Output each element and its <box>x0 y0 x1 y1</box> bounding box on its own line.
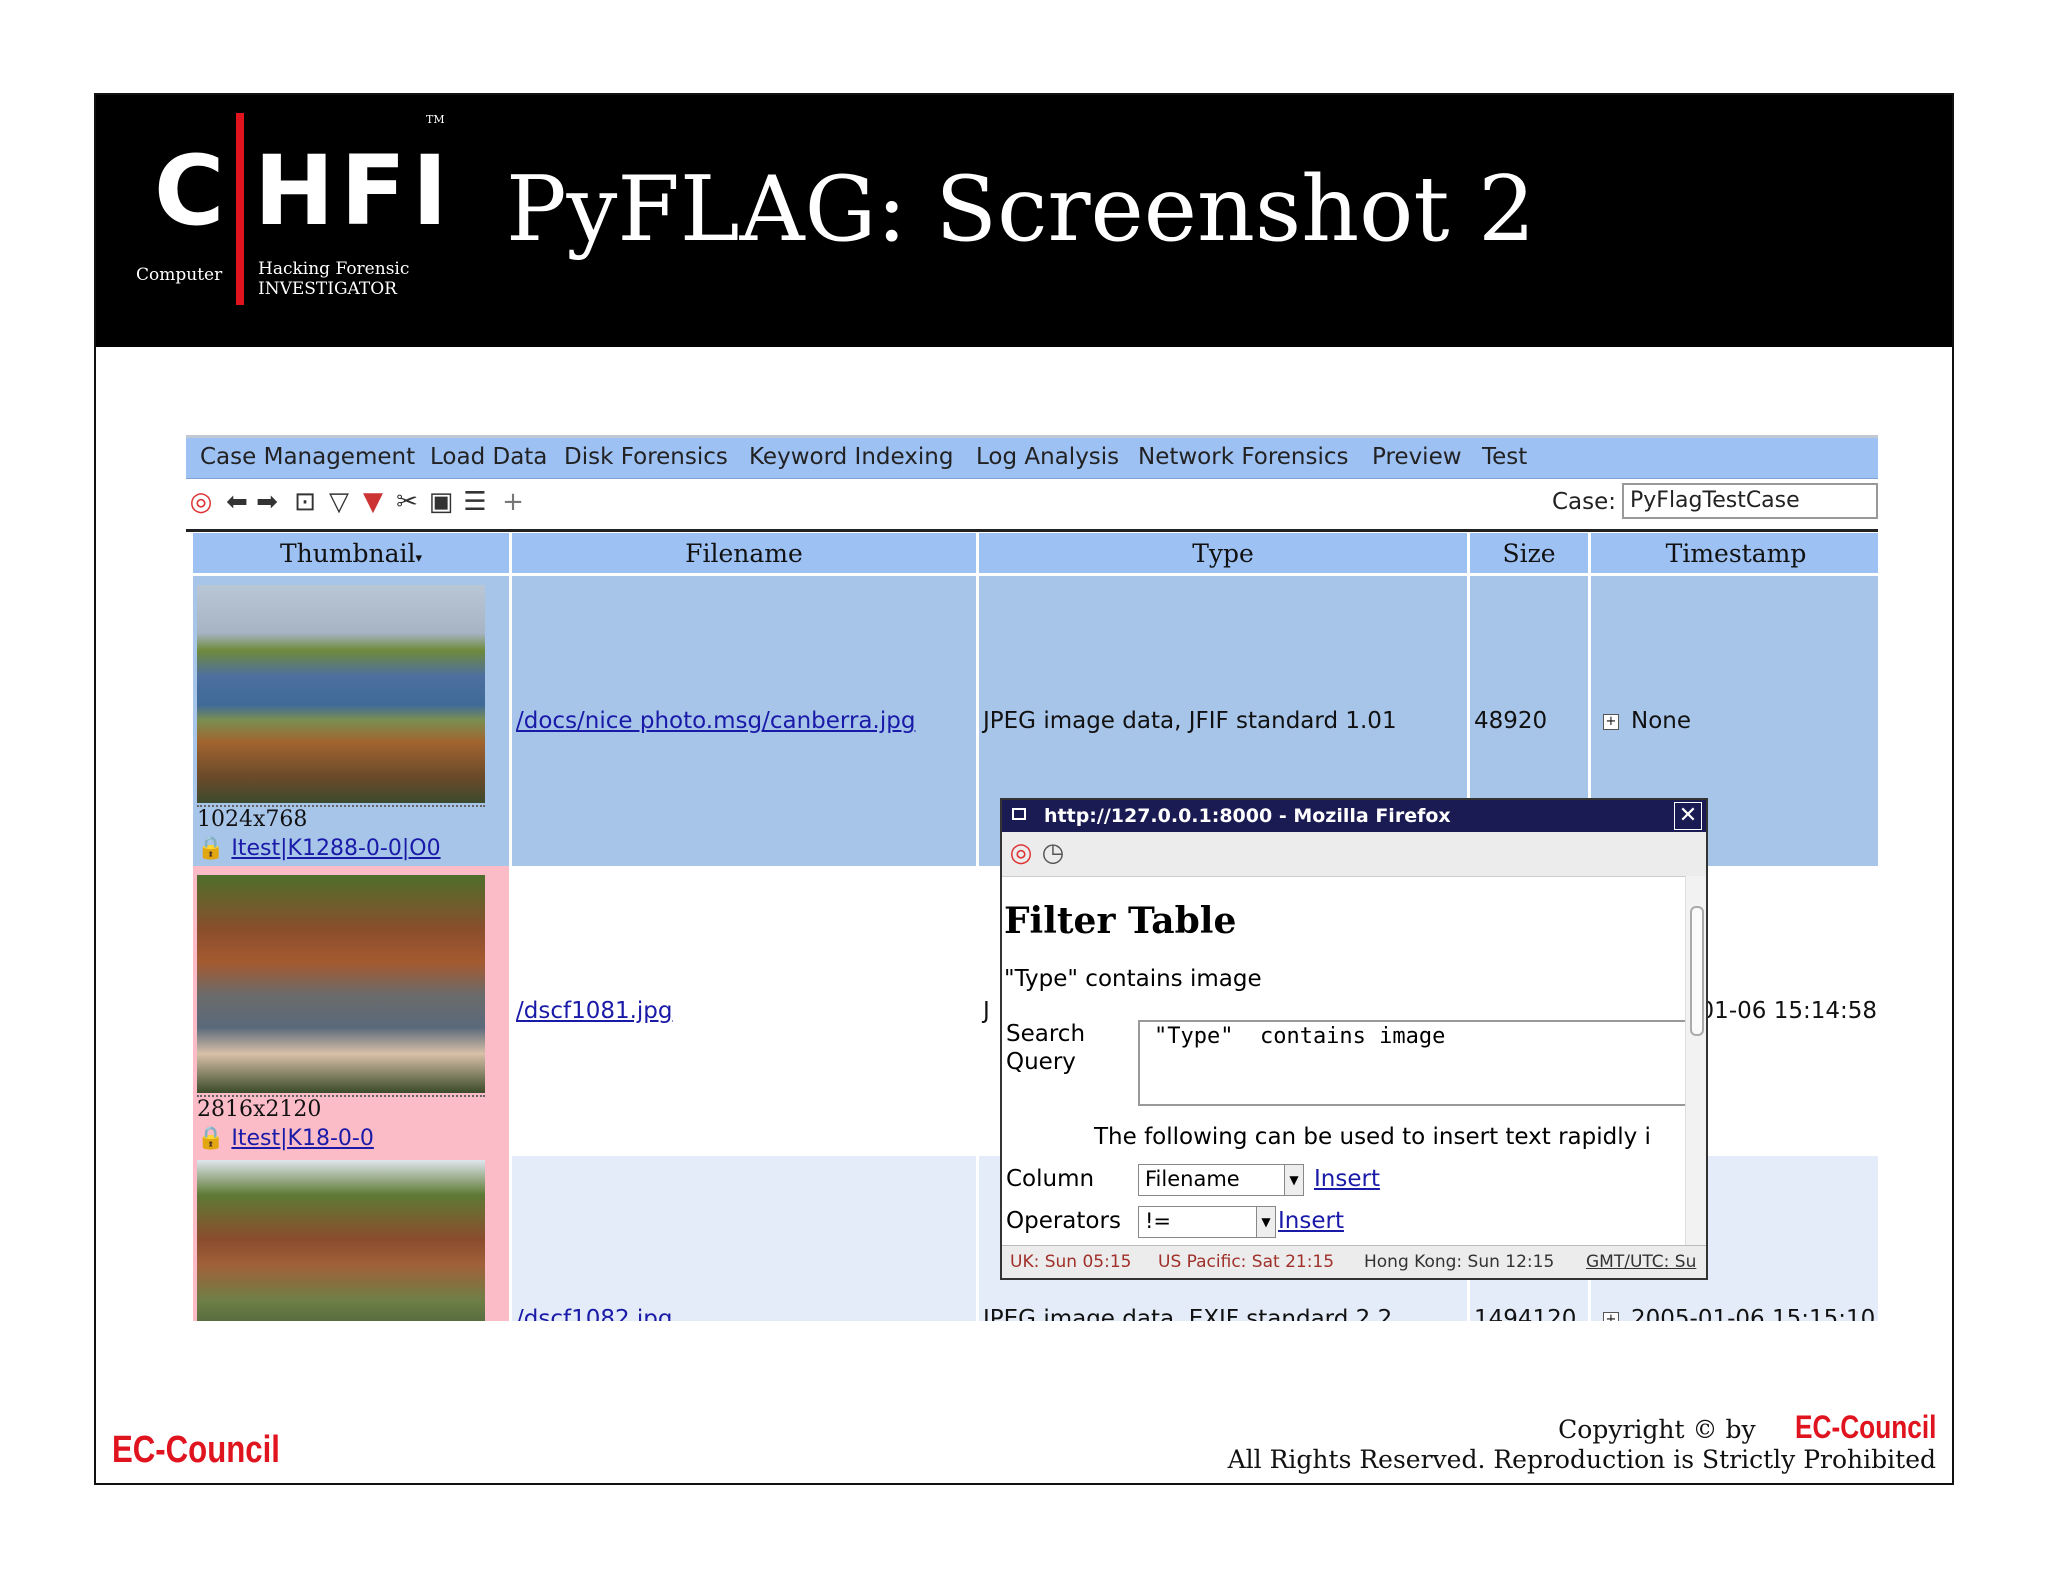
add-icon[interactable]: + <box>498 487 528 517</box>
search-query-input[interactable]: "Type" contains image <box>1138 1020 1686 1106</box>
filter-icon[interactable]: ▽ <box>324 487 354 517</box>
inode-link[interactable]: 🔒 Itest|K18-0-0 <box>197 1126 509 1151</box>
inode-link[interactable]: 🔒 Itest|K1288-0-0|O0 <box>197 836 509 861</box>
column-timestamp[interactable]: Timestamp <box>1591 533 1878 576</box>
help-icon[interactable]: ◎ <box>186 487 216 517</box>
logo-tm: TM <box>426 113 445 126</box>
filename-link[interactable]: /docs/nice photo.msg/canberra.jpg <box>516 708 915 734</box>
menu-preview[interactable]: Preview <box>1372 444 1462 470</box>
thumbnail-cell <box>193 1156 509 1321</box>
status-bar: UK: Sun 05:15 US Pacific: Sat 21:15 Hong… <box>1002 1245 1706 1278</box>
column-filename[interactable]: Filename <box>512 533 976 576</box>
expand-icon[interactable]: + <box>1603 713 1619 730</box>
operator-select[interactable]: != ▼ <box>1138 1206 1276 1238</box>
menu-log-analysis[interactable]: Log Analysis <box>976 444 1119 470</box>
operators-label: Operators <box>1006 1208 1121 1234</box>
chfi-logo: C HFI TM Computer Hacking Forensic INVEST… <box>136 113 448 313</box>
column-select[interactable]: Filename ▼ <box>1138 1164 1304 1196</box>
thumbnail-image[interactable] <box>197 585 485 803</box>
popup-scrollbar[interactable] <box>1685 876 1706 1246</box>
menu-test[interactable]: Test <box>1482 444 1527 470</box>
filename-cell: /docs/nice photo.msg/canberra.jpg <box>512 576 976 866</box>
remove-filter-icon[interactable]: ▼ <box>358 487 388 517</box>
chevron-down-icon: ▼ <box>1284 1165 1303 1195</box>
menu-load-data[interactable]: Load Data <box>430 444 547 470</box>
search-query-label: Search Query <box>1006 1021 1086 1075</box>
window-icon[interactable] <box>1012 808 1026 820</box>
filename-link[interactable]: /dscf1081.jpg <box>516 998 673 1024</box>
copyright-line: Copyright © by EC-Council <box>1558 1409 1936 1445</box>
column-label: Column <box>1006 1166 1095 1192</box>
menu-disk-forensics[interactable]: Disk Forensics <box>564 444 728 470</box>
scrollbar-thumb[interactable] <box>1690 906 1704 1036</box>
case-label: Case: <box>1551 489 1616 515</box>
lock-icon: 🔒 <box>197 1126 225 1151</box>
insert-column-link[interactable]: Insert <box>1314 1166 1380 1192</box>
table-header-row: Thumbnail▾ Filename Type Size Timestamp <box>193 533 1878 576</box>
filename-cell: /dscf1081.jpg <box>512 866 976 1156</box>
clock-icon[interactable]: ◷ <box>1038 838 1068 868</box>
clock-us-pacific: US Pacific: Sat 21:15 <box>1158 1252 1335 1272</box>
logo-computer: Computer <box>136 265 223 285</box>
insert-operator-link[interactable]: Insert <box>1278 1208 1344 1234</box>
logo-subtitle: Hacking Forensic INVESTIGATOR <box>258 259 410 299</box>
menu-keyword-indexing[interactable]: Keyword Indexing <box>749 444 953 470</box>
popup-title: http://127.0.0.1:8000 - Mozilla Firefox <box>1044 805 1451 827</box>
filter-description: "Type" contains image <box>1004 966 1262 992</box>
thumbnail-cell: 1024x768 🔒 Itest|K1288-0-0|O0 <box>193 576 509 866</box>
expand-icon[interactable]: + <box>1603 1311 1619 1321</box>
column-thumbnail[interactable]: Thumbnail▾ <box>193 533 509 576</box>
close-icon[interactable]: ✕ <box>1674 802 1702 830</box>
column-type[interactable]: Type <box>979 533 1467 576</box>
clock-hong-kong: Hong Kong: Sun 12:15 <box>1364 1252 1555 1272</box>
tools-icon[interactable]: ✂ <box>392 487 422 517</box>
case-select[interactable]: PyFlagTestCase <box>1622 483 1878 519</box>
goto-icon[interactable]: ⊡ <box>290 487 320 517</box>
logo-bar <box>236 113 244 305</box>
table-top-rule <box>186 529 1878 532</box>
ec-council-logo: EC-Council <box>112 1429 280 1471</box>
menu-bar: Case Management Load Data Disk Forensics… <box>186 435 1878 479</box>
chevron-down-icon: ▼ <box>1256 1207 1275 1237</box>
save-icon[interactable]: ▣ <box>426 487 456 517</box>
logo-c: C <box>154 135 225 247</box>
insert-hint: The following can be used to insert text… <box>1094 1124 1651 1150</box>
menu-network-forensics[interactable]: Network Forensics <box>1138 444 1349 470</box>
slide-header: C HFI TM Computer Hacking Forensic INVEST… <box>96 95 1952 347</box>
help-icon[interactable]: ◎ <box>1006 838 1036 868</box>
slide-title: PyFLAG: Screenshot 2 <box>506 157 1536 262</box>
back-icon[interactable]: ⬅ <box>222 487 252 517</box>
popup-toolbar: ◎ ◷ <box>1002 832 1706 877</box>
clock-gmt: GMT/UTC: Su <box>1586 1252 1697 1272</box>
lock-icon: 🔒 <box>197 836 225 861</box>
thumbnail-cell: 2816x2120 🔒 Itest|K18-0-0 <box>193 866 509 1156</box>
rights-line: All Rights Reserved. Reproduction is Str… <box>1227 1445 1936 1474</box>
filter-popup-window: http://127.0.0.1:8000 - Mozilla Firefox … <box>1000 798 1708 1280</box>
filter-heading: Filter Table <box>1004 900 1237 942</box>
menu-case-management[interactable]: Case Management <box>200 444 415 470</box>
clock-uk: UK: Sun 05:15 <box>1010 1252 1132 1272</box>
filename-cell: /dscf1082.jpg <box>512 1156 976 1321</box>
filename-link[interactable]: /dscf1082.jpg <box>516 1306 673 1321</box>
thumbnail-image[interactable] <box>197 875 485 1093</box>
popup-body: Filter Table "Type" contains image Searc… <box>1002 876 1686 1246</box>
thumbnail-image[interactable] <box>197 1160 485 1321</box>
forward-icon[interactable]: ➡ <box>252 487 282 517</box>
toolbar: ◎ ⬅ ➡ ⊡ ▽ ▼ ✂ ▣ ☰ + Case: PyFlagTestCase <box>186 479 1878 529</box>
popup-titlebar[interactable]: http://127.0.0.1:8000 - Mozilla Firefox … <box>1002 800 1706 832</box>
columns-icon[interactable]: ☰ <box>460 487 490 517</box>
image-dimensions: 2816x2120 <box>197 1095 485 1122</box>
image-dimensions: 1024x768 <box>197 805 485 832</box>
logo-hfi: HFI <box>254 135 454 247</box>
column-size[interactable]: Size <box>1470 533 1588 576</box>
copyright-brand: EC-Council <box>1794 1409 1936 1445</box>
